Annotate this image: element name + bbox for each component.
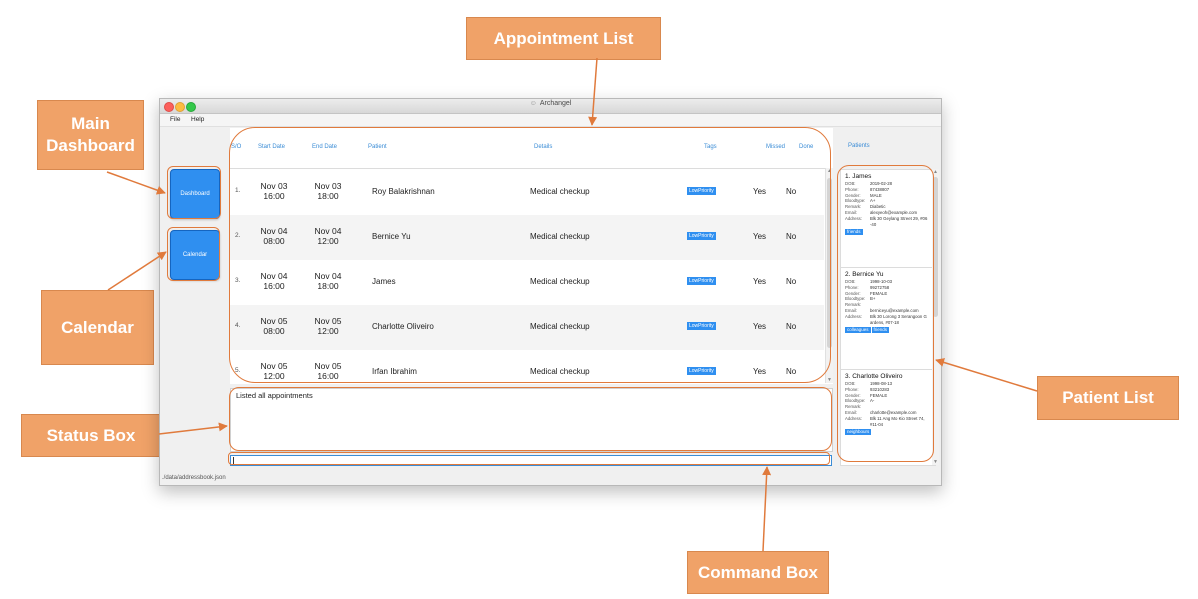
arrow-patient-list [935,358,1038,392]
annotation-arrows [106,57,1038,552]
arrow-main-dashboard [106,171,166,195]
arrow-command-box [762,466,772,552]
arrow-appointment-list [588,57,598,126]
arrow-status-box [158,422,228,435]
arrow-calendar [107,251,167,291]
